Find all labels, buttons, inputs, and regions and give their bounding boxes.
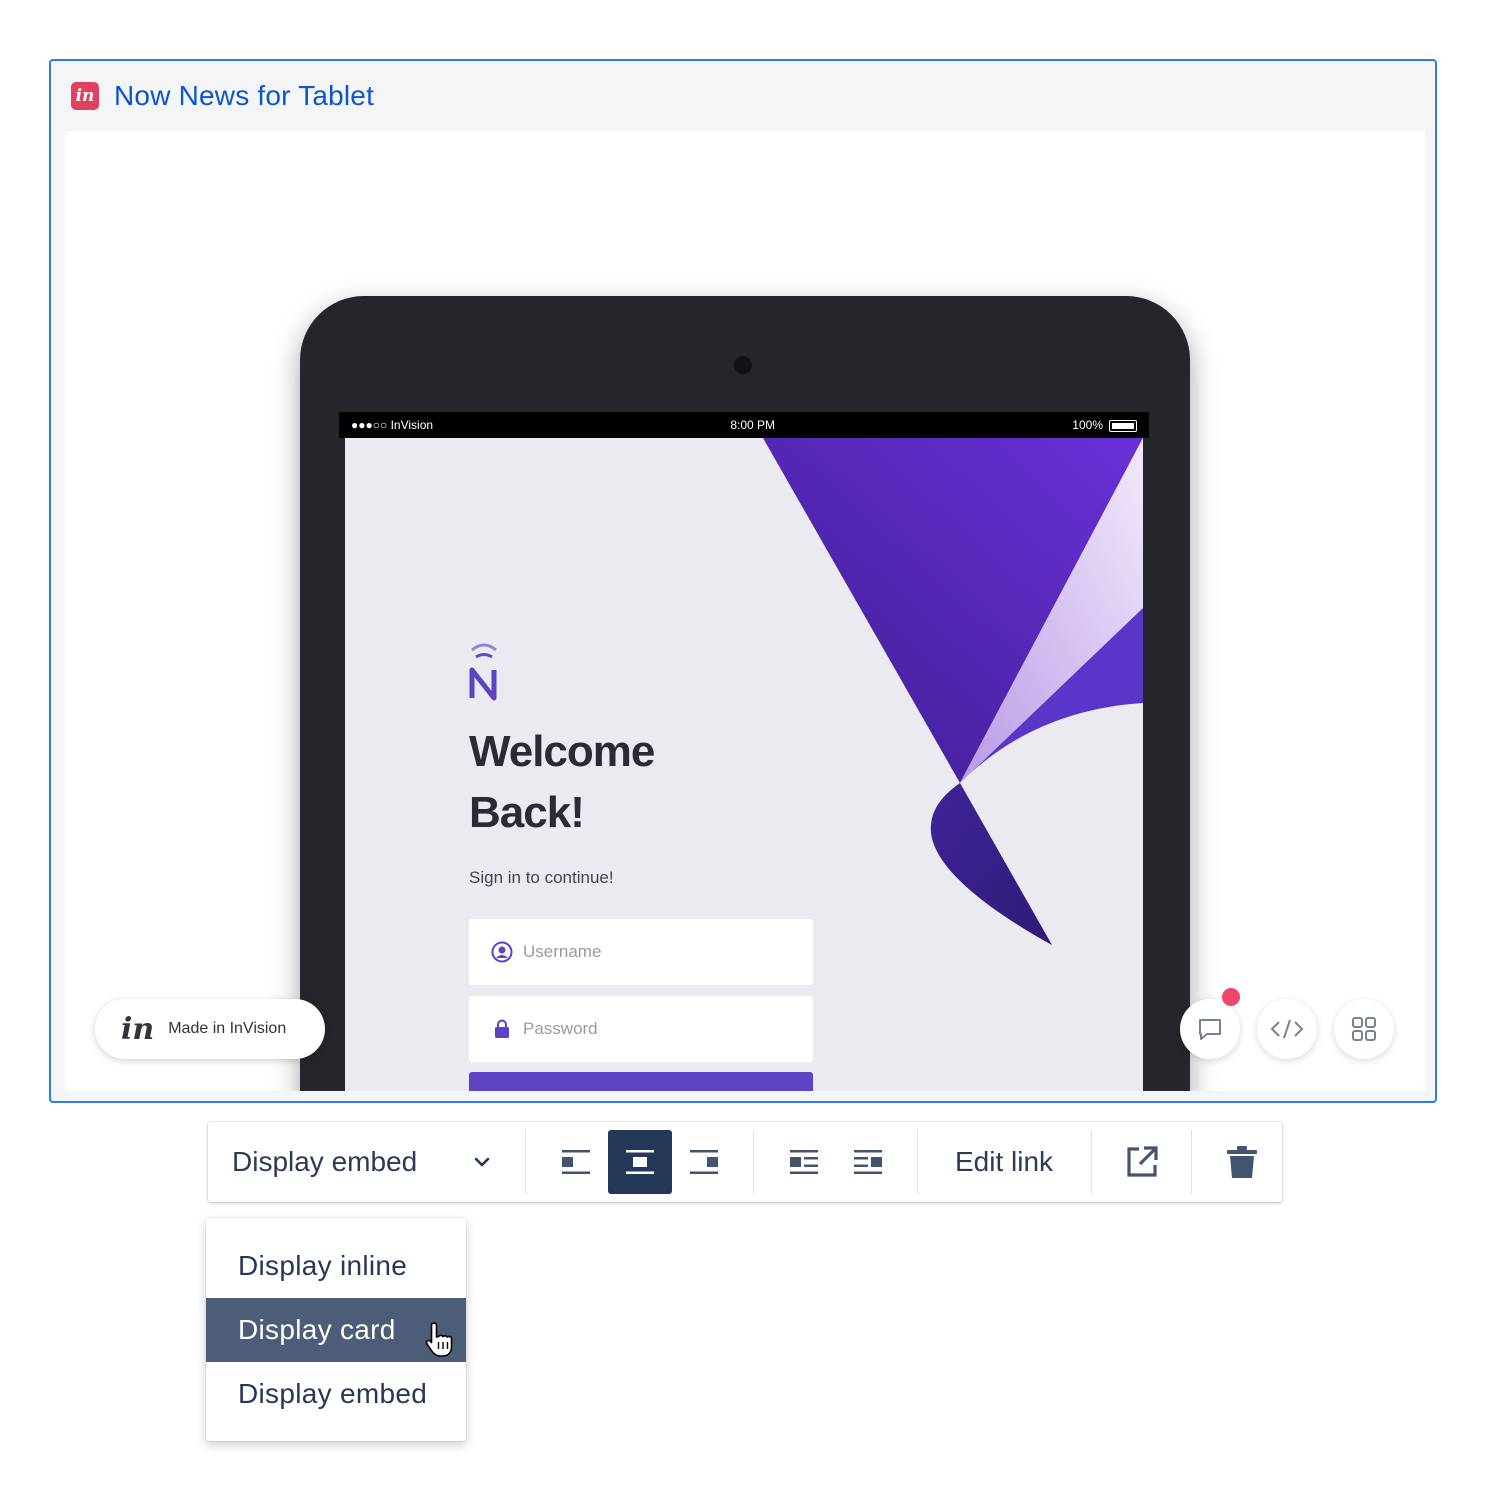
user-icon	[491, 941, 513, 963]
battery-icon	[1109, 419, 1137, 432]
chevron-down-icon	[474, 1157, 490, 1167]
status-battery-group: 100%	[1072, 418, 1137, 432]
hand-pointer-cursor-icon	[425, 1322, 453, 1357]
code-icon	[1270, 1019, 1304, 1039]
decorative-artwork	[763, 438, 1143, 945]
menu-item-display-embed[interactable]: Display embed	[206, 1362, 466, 1426]
toolbar-divider	[525, 1130, 526, 1194]
display-mode-select[interactable]: Display embed	[214, 1130, 514, 1194]
edit-link-button[interactable]: Edit link	[934, 1130, 1074, 1194]
align-right-icon	[690, 1150, 718, 1174]
embed-header: in Now News for Tablet	[71, 80, 374, 112]
toolbar-divider	[917, 1130, 918, 1194]
made-in-invision-button[interactable]: in Made in InVision	[95, 999, 325, 1059]
tablet-mockup: ●●●○○ InVision 8:00 PM 100% Welcome Back…	[300, 296, 1190, 1091]
signin-button[interactable]	[469, 1072, 813, 1091]
status-battery: 100%	[1072, 418, 1103, 432]
align-center-icon	[626, 1150, 654, 1174]
edit-link-label: Edit link	[954, 1146, 1054, 1177]
embed-card[interactable]: in Now News for Tablet ●●●○○ InVision 8:…	[49, 59, 1437, 1103]
align-center-button[interactable]	[608, 1130, 672, 1194]
code-button[interactable]	[1257, 999, 1317, 1059]
signin-subtitle: Sign in to continue!	[469, 868, 614, 887]
external-link-icon	[1127, 1146, 1158, 1177]
app-screen: Welcome Back! Sign in to continue! Usern…	[345, 438, 1143, 1091]
comment-button[interactable]	[1180, 999, 1240, 1059]
wrap-left-button[interactable]	[772, 1130, 836, 1194]
align-right-button[interactable]	[672, 1130, 736, 1194]
toolbar-divider	[1091, 1130, 1092, 1194]
password-placeholder: Password	[523, 1019, 598, 1038]
invision-logo-icon: in	[71, 82, 99, 110]
username-field[interactable]: Username	[469, 919, 813, 985]
welcome-heading: Welcome Back!	[469, 721, 655, 843]
welcome-heading-line2: Back!	[469, 788, 585, 837]
invision-in-icon: in	[121, 1011, 155, 1047]
wrap-left-icon	[790, 1150, 818, 1174]
embed-toolbar: Display embed Edit link	[208, 1122, 1282, 1202]
grid-icon	[1352, 1017, 1376, 1041]
password-field[interactable]: Password	[469, 996, 813, 1062]
embed-title[interactable]: Now News for Tablet	[114, 80, 374, 112]
welcome-heading-line1: Welcome	[469, 727, 655, 776]
status-carrier: ●●●○○ InVision	[351, 418, 434, 432]
made-in-invision-label: Made in InVision	[168, 1020, 287, 1037]
trash-icon	[1227, 1146, 1257, 1178]
status-bar: ●●●○○ InVision 8:00 PM 100%	[339, 412, 1149, 438]
display-mode-value: Display embed	[232, 1146, 418, 1177]
align-left-button[interactable]	[544, 1130, 608, 1194]
embed-preview-frame[interactable]: ●●●○○ InVision 8:00 PM 100% Welcome Back…	[65, 131, 1425, 1091]
status-time: 8:00 PM	[730, 418, 776, 432]
username-placeholder: Username	[523, 942, 602, 961]
wrap-right-button[interactable]	[836, 1130, 900, 1194]
grid-button[interactable]	[1334, 999, 1394, 1059]
delete-button[interactable]	[1210, 1130, 1274, 1194]
camera-icon	[734, 356, 752, 374]
open-in-new-tab-button[interactable]	[1110, 1130, 1174, 1194]
toolbar-divider	[1191, 1130, 1192, 1194]
notification-dot	[1222, 988, 1240, 1006]
n-logo-icon	[469, 643, 497, 701]
lock-icon	[495, 1019, 509, 1038]
comment-icon	[1199, 1019, 1221, 1040]
align-left-icon	[562, 1150, 590, 1174]
wrap-right-icon	[854, 1150, 882, 1174]
menu-item-display-inline[interactable]: Display inline	[206, 1234, 466, 1298]
toolbar-divider	[753, 1130, 754, 1194]
